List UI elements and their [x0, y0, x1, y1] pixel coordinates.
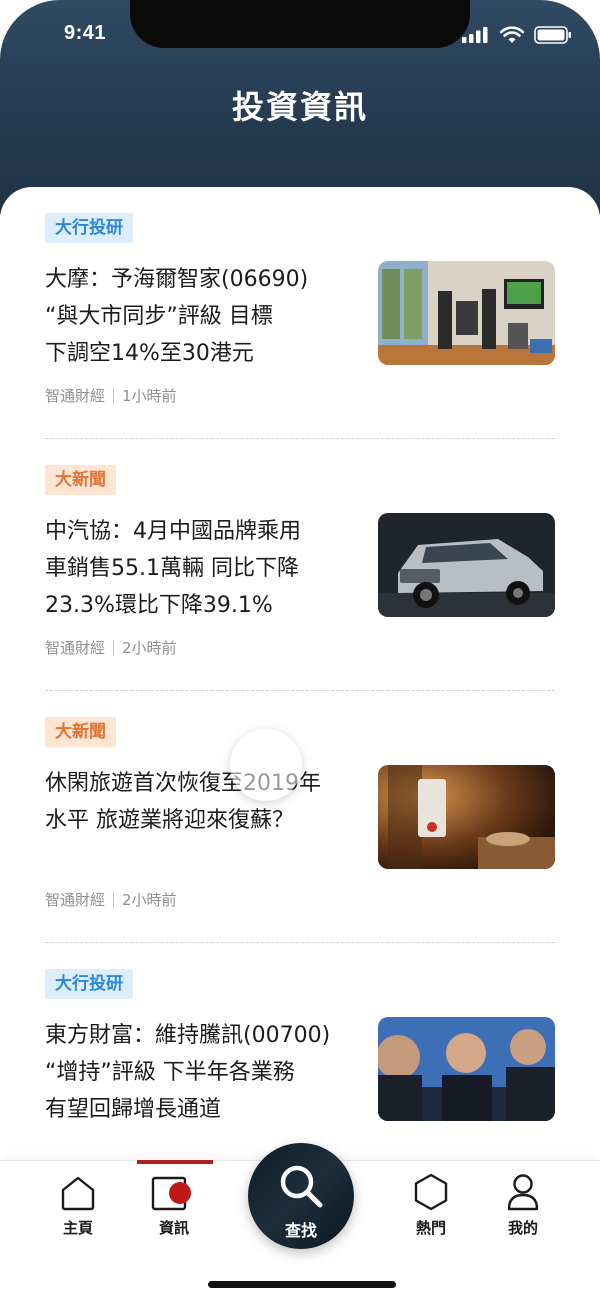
news-meta: 智通財經 2小時前 [45, 889, 177, 910]
news-icon-wrap [134, 1171, 214, 1211]
status-icons [462, 26, 572, 44]
hexagon-icon [414, 1173, 448, 1211]
hotel-room-image [378, 765, 555, 869]
news-headline[interactable]: 中汽協：4月中國品牌乘用 車銷售55.1萬輛 同比下降 23.3%環比下降39.… [45, 513, 360, 624]
headline-line: 下調空14%至30港元 [45, 341, 254, 366]
phone-screen: 9:41 投資資訊 大行投研 大摩：予海爾智家(06690) “與大市同步”評級… [0, 0, 600, 1299]
news-meta: 智通財經 1小時前 [45, 385, 177, 406]
news-item[interactable]: 大新聞 中汽協：4月中國品牌乘用 車銷售55.1萬輛 同比下降 23.3%環比下… [45, 439, 555, 691]
category-tag: 大行投研 [45, 213, 133, 243]
news-meta: 智通財經 2小時前 [45, 637, 177, 658]
headline-line: 水平 旅遊業將迎來復蘇？ [45, 808, 294, 833]
touch-indicator [230, 729, 302, 801]
news-thumbnail[interactable] [378, 261, 555, 365]
headline-line: 東方財富：維持騰訊(00700) [45, 1023, 331, 1048]
tab-profile[interactable]: 我的 [483, 1171, 563, 1241]
news-thumbnail[interactable] [378, 1017, 555, 1121]
headline-line: 中汽協：4月中國品牌乘用 [45, 519, 301, 544]
headline-line: 有望回歸增長通道 [45, 1097, 222, 1122]
news-headline[interactable]: 大摩：予海爾智家(06690) “與大市同步”評級 目標 下調空14%至30港元 [45, 261, 360, 372]
headline-line: 車銷售55.1萬輛 同比下降 [45, 556, 299, 581]
tab-hot[interactable]: 熱門 [391, 1171, 471, 1241]
header: 9:41 投資資訊 [0, 0, 600, 215]
headline-line: “增持”評級 下半年各業務 [45, 1060, 295, 1085]
hexagon-icon-wrap [391, 1171, 471, 1211]
tab-news[interactable]: 資訊 [134, 1171, 214, 1241]
search-button[interactable]: 查找 [248, 1143, 354, 1249]
news-thumbnail[interactable] [378, 765, 555, 869]
headline-line: 大摩：予海爾智家(06690) [45, 267, 309, 292]
wifi-icon [500, 26, 524, 43]
meta-separator [113, 891, 115, 908]
news-item[interactable]: 大新聞 休閑旅遊首次恢復至2019年 水平 旅遊業將迎來復蘇？ 智通財經 2小時… [45, 691, 555, 943]
tab-label: 我的 [507, 1219, 538, 1237]
news-time: 2小時前 [122, 639, 177, 657]
news-headline[interactable]: 休閑旅遊首次恢復至2019年 水平 旅遊業將迎來復蘇？ [45, 765, 360, 839]
headline-line: 休閑旅遊首次恢復至2019年 [45, 771, 321, 796]
news-time: 2小時前 [122, 891, 177, 909]
active-tab-indicator [137, 1160, 213, 1164]
news-source: 智通財經 [45, 891, 106, 909]
news-thumbnail[interactable] [378, 513, 555, 617]
meta-separator [113, 639, 115, 656]
headline-line: “與大市同步”評級 目標 [45, 304, 273, 329]
home-icon [61, 1176, 95, 1211]
tab-label: 主頁 [62, 1219, 93, 1237]
press-conference-image [378, 1017, 555, 1121]
tab-label: 熱門 [415, 1219, 446, 1237]
home-icon-wrap [38, 1171, 118, 1211]
page-title: 投資資訊 [231, 88, 368, 126]
news-headline[interactable]: 東方財富：維持騰訊(00700) “增持”評級 下半年各業務 有望回歸增長通道 [45, 1017, 360, 1128]
news-list[interactable]: 大行投研 大摩：予海爾智家(06690) “與大市同步”評級 目標 下調空14%… [0, 187, 600, 1187]
signal-icon [462, 27, 488, 43]
meta-separator [113, 387, 115, 404]
battery-icon [534, 26, 571, 44]
user-icon [507, 1174, 539, 1211]
home-indicator[interactable] [208, 1281, 396, 1288]
suv-image [378, 513, 555, 617]
tab-label: 資訊 [158, 1219, 189, 1237]
news-time: 1小時前 [122, 387, 177, 405]
category-tag: 大行投研 [45, 969, 133, 999]
headline-line: 23.3%環比下降39.1% [45, 593, 273, 618]
user-icon-wrap [483, 1171, 563, 1211]
category-tag: 大新聞 [45, 465, 116, 495]
status-time: 9:41 [64, 22, 107, 44]
search-label: 查找 [284, 1221, 317, 1240]
news-source: 智通財經 [45, 639, 106, 657]
category-tag: 大新聞 [45, 717, 116, 747]
news-item[interactable]: 大行投研 大摩：予海爾智家(06690) “與大市同步”評級 目標 下調空14%… [45, 187, 555, 439]
news-icon [151, 1176, 191, 1211]
search-icon [280, 1165, 323, 1208]
notch [130, 0, 470, 48]
home-theater-image [378, 261, 555, 365]
tab-home[interactable]: 主頁 [38, 1171, 118, 1241]
news-source: 智通財經 [45, 387, 106, 405]
